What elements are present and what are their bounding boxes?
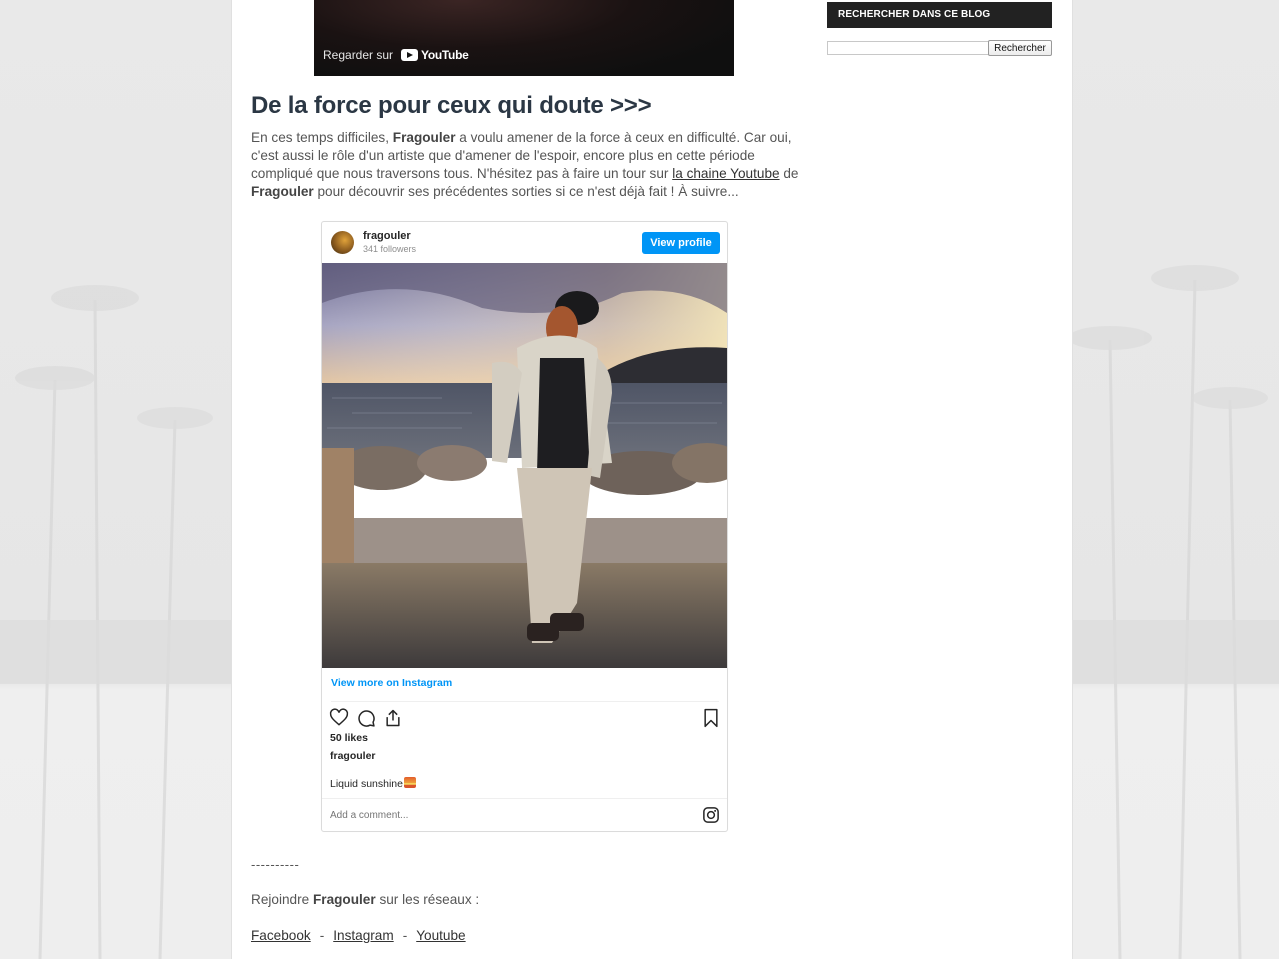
search-widget-title: RECHERCHER DANS CE BLOG	[827, 2, 1052, 28]
facebook-link[interactable]: Facebook	[251, 928, 311, 943]
follower-count: 341 followers	[363, 244, 417, 254]
photo-man-by-the-sea	[322, 263, 727, 668]
post-title: De la force pour ceux qui doute >>>	[251, 92, 652, 119]
instagram-link[interactable]: Instagram	[333, 928, 393, 943]
avatar[interactable]	[331, 231, 354, 254]
instagram-action-bar	[329, 708, 721, 728]
separator-line: ----------	[251, 857, 300, 872]
instagram-post-photo[interactable]	[322, 263, 727, 668]
divider	[331, 701, 719, 702]
instagram-icon[interactable]	[702, 806, 720, 824]
body-text: de	[779, 166, 799, 181]
join-socials-text: Rejoindre Fragouler sur les réseaux :	[251, 892, 479, 907]
caption-text: Liquid sunshine	[330, 778, 403, 790]
youtube-logo: YouTube	[401, 48, 469, 62]
post-body: En ces temps difficiles, Fragouler a vou…	[251, 129, 801, 201]
body-text: pour découvrir ses précédentes sorties s…	[313, 184, 739, 199]
youtube-link[interactable]: Youtube	[416, 928, 465, 943]
link-separator: -	[402, 928, 408, 943]
watch-label: Regarder sur	[323, 48, 394, 62]
sunset-emoji-icon	[403, 777, 416, 788]
link-separator: -	[319, 928, 325, 943]
add-comment-input[interactable]	[330, 807, 670, 823]
video-thumbnail	[314, 0, 734, 76]
youtube-play-icon	[401, 49, 419, 61]
join-text: sur les réseaux :	[375, 892, 480, 907]
artist-name: Fragouler	[312, 892, 376, 907]
bookmark-icon[interactable]	[701, 708, 721, 728]
heart-icon[interactable]	[329, 708, 349, 728]
view-more-on-instagram-link[interactable]: View more on Instagram	[331, 677, 452, 689]
join-text: Rejoindre	[251, 892, 313, 907]
youtube-channel-link[interactable]: la chaine Youtube	[672, 166, 779, 181]
blog-search-input[interactable]	[827, 41, 992, 55]
watch-on-youtube-link[interactable]: Regarder sur YouTube	[323, 48, 469, 62]
caption-username[interactable]: fragouler	[330, 750, 376, 762]
instagram-header: fragouler 341 followers View profile	[322, 222, 727, 263]
like-count: 50 likes	[330, 732, 368, 744]
youtube-video-embed[interactable]: Regarder sur YouTube	[314, 0, 734, 76]
instagram-username[interactable]: fragouler	[363, 230, 411, 242]
share-icon[interactable]	[383, 708, 403, 728]
comment-bar	[322, 798, 727, 832]
social-links: Facebook - Instagram - Youtube	[251, 928, 466, 943]
view-profile-button[interactable]: View profile	[642, 232, 720, 254]
instagram-embed: fragouler 341 followers View profile Vie…	[321, 221, 728, 832]
blog-content-column: Regarder sur YouTube De la force pour ce…	[232, 0, 1072, 959]
search-button[interactable]: Rechercher	[988, 40, 1052, 56]
artist-name: Fragouler	[392, 130, 456, 145]
artist-name: Fragouler	[251, 184, 314, 199]
post-caption: Liquid sunshine	[330, 777, 416, 790]
youtube-wordmark: YouTube	[421, 48, 469, 62]
body-text: En ces temps difficiles,	[251, 130, 393, 145]
comment-icon[interactable]	[356, 708, 376, 728]
